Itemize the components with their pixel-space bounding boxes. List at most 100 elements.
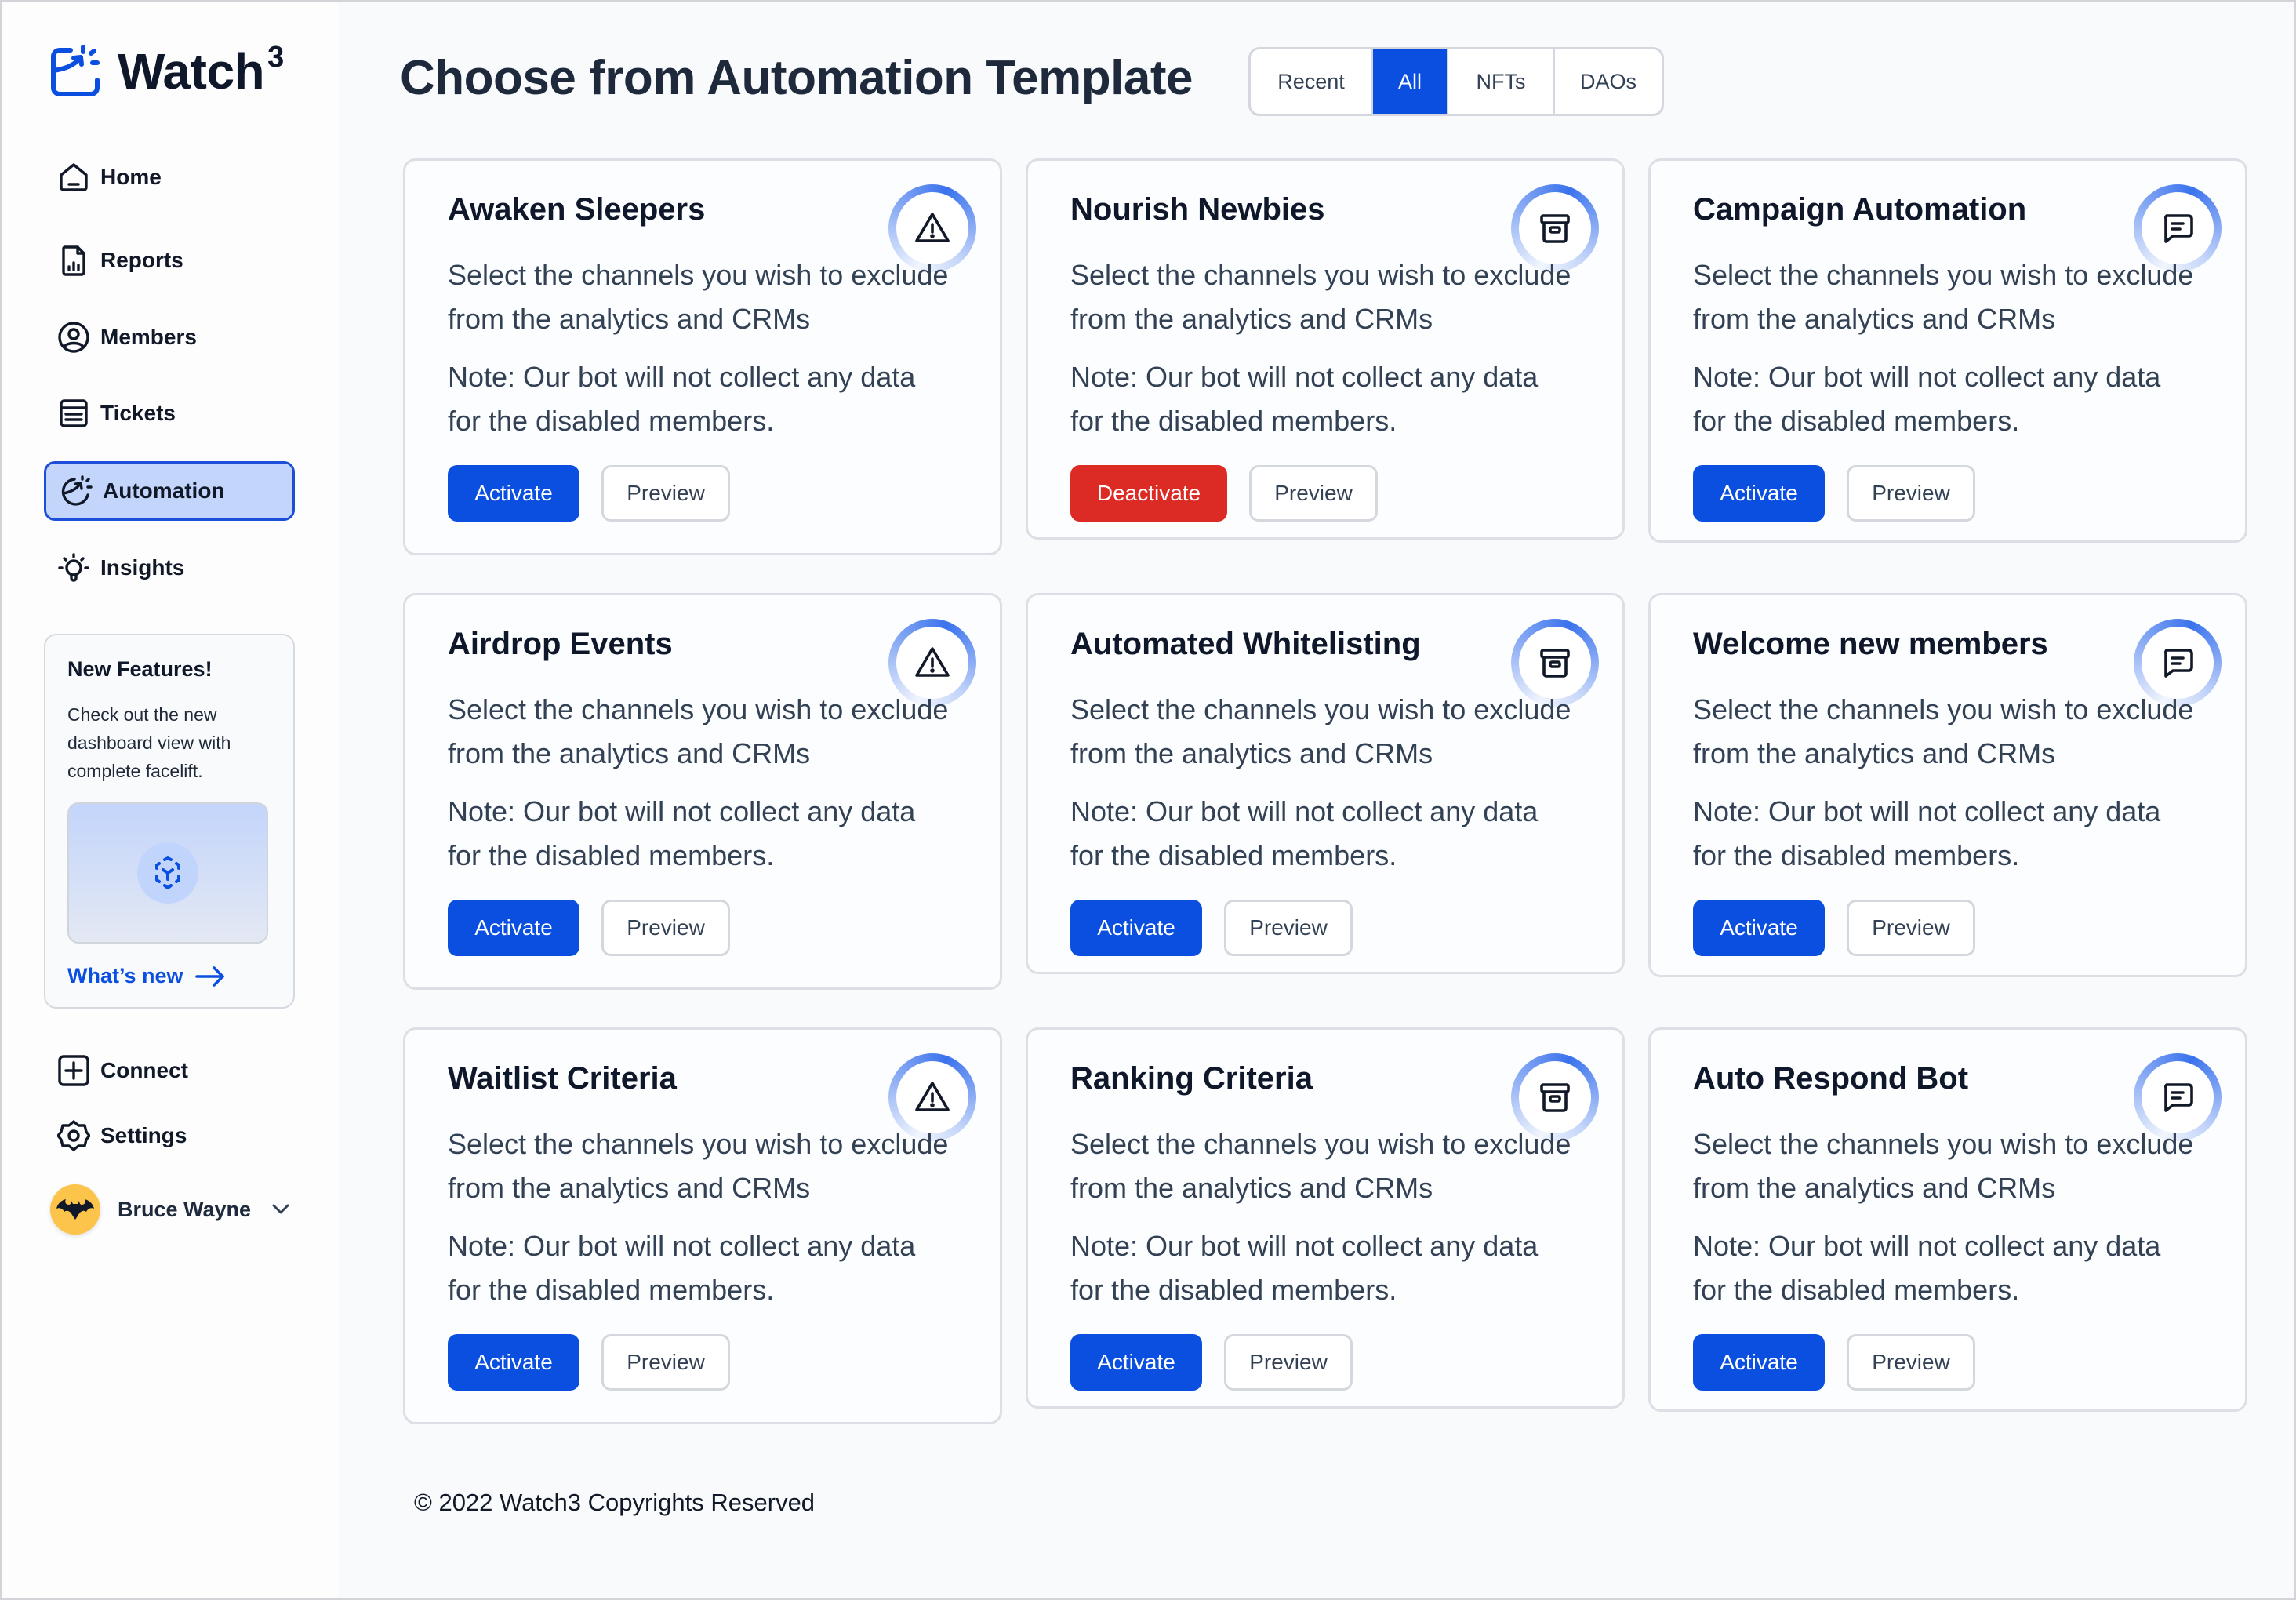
card-description: Select the channels you wish to exclude … bbox=[448, 259, 949, 335]
preview-button[interactable]: Preview bbox=[1249, 465, 1378, 522]
logo-icon bbox=[51, 45, 100, 96]
card-actions: Activate Preview bbox=[448, 1334, 730, 1391]
arrow-right-icon bbox=[194, 965, 224, 987]
sidebar-item-members[interactable]: Members bbox=[44, 307, 295, 367]
sidebar-item-settings[interactable]: Settings bbox=[44, 1106, 295, 1165]
app-name: Watch 3 bbox=[118, 40, 284, 100]
tab-daos[interactable]: DAOs bbox=[1555, 49, 1662, 114]
template-card-automated-whitelisting: Automated Whitelisting Select the channe… bbox=[1026, 593, 1625, 974]
sidebar-item-label: Automation bbox=[103, 478, 225, 503]
template-card-auto-respond-bot: Auto Respond Bot Select the channels you… bbox=[1648, 1027, 2247, 1412]
activate-button[interactable]: Activate bbox=[1070, 1334, 1202, 1391]
card-description: Select the channels you wish to exclude … bbox=[1070, 1128, 1571, 1204]
sidebar-item-reports[interactable]: Reports bbox=[44, 231, 295, 290]
report-icon bbox=[56, 243, 91, 278]
sidebar-item-tickets[interactable]: Tickets bbox=[44, 384, 295, 443]
template-card-airdrop-events: Airdrop Events Select the channels you w… bbox=[403, 593, 1002, 990]
card-note: Note: Our bot will not collect any data … bbox=[1693, 795, 2161, 871]
home-icon bbox=[56, 160, 91, 195]
new-features-card: New Features! Check out the new dashboar… bbox=[44, 634, 295, 1009]
card-description: Select the channels you wish to exclude … bbox=[1693, 693, 2194, 769]
user-name: Bruce Wayne bbox=[118, 1197, 252, 1221]
card-actions: Activate Preview bbox=[448, 900, 730, 956]
card-title: Awaken Sleepers bbox=[448, 192, 706, 227]
preview-button[interactable]: Preview bbox=[1847, 465, 1975, 522]
activate-button[interactable]: Activate bbox=[1693, 465, 1825, 522]
plus-square-icon bbox=[56, 1053, 91, 1088]
preview-button[interactable]: Preview bbox=[601, 900, 730, 956]
new-features-title: New Features! bbox=[67, 657, 213, 681]
tab-recent[interactable]: Recent bbox=[1251, 49, 1373, 114]
gear-icon bbox=[56, 1118, 91, 1153]
activate-button[interactable]: Activate bbox=[448, 465, 579, 522]
new-features-preview[interactable] bbox=[67, 802, 268, 944]
card-note: Note: Our bot will not collect any data … bbox=[1070, 795, 1539, 871]
card-description: Select the channels you wish to exclude … bbox=[448, 693, 949, 769]
archive-icon bbox=[1540, 1083, 1570, 1112]
message-icon bbox=[2164, 214, 2193, 243]
template-card-ranking-criteria: Ranking Criteria Select the channels you… bbox=[1026, 1027, 1625, 1409]
sidebar-item-insights[interactable]: Insights bbox=[44, 538, 295, 598]
sidebar-item-label: Settings bbox=[100, 1123, 187, 1147]
user-menu[interactable]: Bruce Wayne bbox=[50, 1184, 292, 1235]
sidebar-item-automation[interactable]: Automation bbox=[44, 461, 295, 521]
preview-button[interactable]: Preview bbox=[1224, 900, 1353, 956]
sidebar-item-label: Connect bbox=[100, 1058, 188, 1082]
template-card-welcome-new-members: Welcome new members Select the channels … bbox=[1648, 593, 2247, 977]
deactivate-button[interactable]: Deactivate bbox=[1070, 465, 1227, 522]
card-note: Note: Our bot will not collect any data … bbox=[448, 1230, 916, 1306]
page-title: Choose from Automation Template bbox=[400, 51, 1193, 105]
preview-button[interactable]: Preview bbox=[601, 465, 730, 522]
card-actions: Activate Preview bbox=[448, 465, 730, 522]
card-actions: Activate Preview bbox=[1070, 1334, 1353, 1391]
lightbulb-icon bbox=[56, 551, 91, 585]
sidebar-item-label: Insights bbox=[100, 555, 185, 580]
logo[interactable]: Watch 3 bbox=[49, 40, 284, 100]
preview-button[interactable]: Preview bbox=[1847, 900, 1975, 956]
warning-icon bbox=[915, 1082, 950, 1111]
media-circle bbox=[137, 842, 198, 904]
tab-all[interactable]: All bbox=[1373, 49, 1448, 114]
card-note: Note: Our bot will not collect any data … bbox=[1693, 1230, 2161, 1306]
tab-nfts[interactable]: NFTs bbox=[1448, 49, 1555, 114]
card-actions: Activate Preview bbox=[1693, 900, 1975, 956]
sidebar-item-connect[interactable]: Connect bbox=[44, 1041, 295, 1100]
card-description: Select the channels you wish to exclude … bbox=[1693, 259, 2194, 335]
sidebar-item-label: Home bbox=[100, 165, 162, 189]
whats-new-link[interactable]: What’s new bbox=[67, 964, 293, 988]
preview-button[interactable]: Preview bbox=[1847, 1334, 1975, 1391]
activate-button[interactable]: Activate bbox=[1693, 900, 1825, 956]
sidebar-item-label: Members bbox=[100, 325, 197, 349]
card-title: Welcome new members bbox=[1693, 627, 2048, 661]
activate-button[interactable]: Activate bbox=[1070, 900, 1202, 956]
preview-button[interactable]: Preview bbox=[601, 1334, 730, 1391]
card-actions: Activate Preview bbox=[1693, 465, 1975, 522]
sidebar-item-home[interactable]: Home bbox=[44, 147, 295, 207]
message-icon bbox=[2164, 649, 2193, 678]
activate-button[interactable]: Activate bbox=[448, 900, 579, 956]
ticket-icon bbox=[56, 396, 91, 431]
warning-icon bbox=[915, 213, 950, 242]
user-circle-icon bbox=[56, 320, 91, 355]
avatar bbox=[50, 1184, 100, 1235]
sidebar: Watch 3 Home Reports Members Tickets Auto… bbox=[0, 0, 339, 1600]
cube-scan-icon bbox=[155, 856, 180, 889]
automation-icon bbox=[59, 474, 93, 508]
card-note: Note: Our bot will not collect any data … bbox=[1693, 361, 2161, 437]
template-card-campaign-automation: Campaign Automation Select the channels … bbox=[1648, 158, 2247, 543]
card-description: Select the channels you wish to exclude … bbox=[1070, 693, 1571, 769]
activate-button[interactable]: Activate bbox=[448, 1334, 579, 1391]
card-description: Select the channels you wish to exclude … bbox=[1693, 1128, 2194, 1204]
card-actions: Deactivate Preview bbox=[1070, 465, 1378, 522]
template-card-awaken-sleepers: Awaken Sleepers Select the channels you … bbox=[403, 158, 1002, 555]
card-description: Select the channels you wish to exclude … bbox=[448, 1128, 949, 1204]
preview-button[interactable]: Preview bbox=[1224, 1334, 1353, 1391]
sidebar-item-label: Tickets bbox=[100, 401, 176, 425]
chevron-down-icon[interactable] bbox=[270, 1198, 292, 1220]
card-title: Waitlist Criteria bbox=[448, 1061, 677, 1096]
whats-new-label: What’s new bbox=[67, 964, 183, 987]
footer-copyright: © 2022 Watch3 Copyrights Reserved bbox=[414, 1489, 816, 1516]
card-title: Auto Respond Bot bbox=[1693, 1061, 1969, 1096]
archive-icon bbox=[1540, 649, 1570, 678]
activate-button[interactable]: Activate bbox=[1693, 1334, 1825, 1391]
